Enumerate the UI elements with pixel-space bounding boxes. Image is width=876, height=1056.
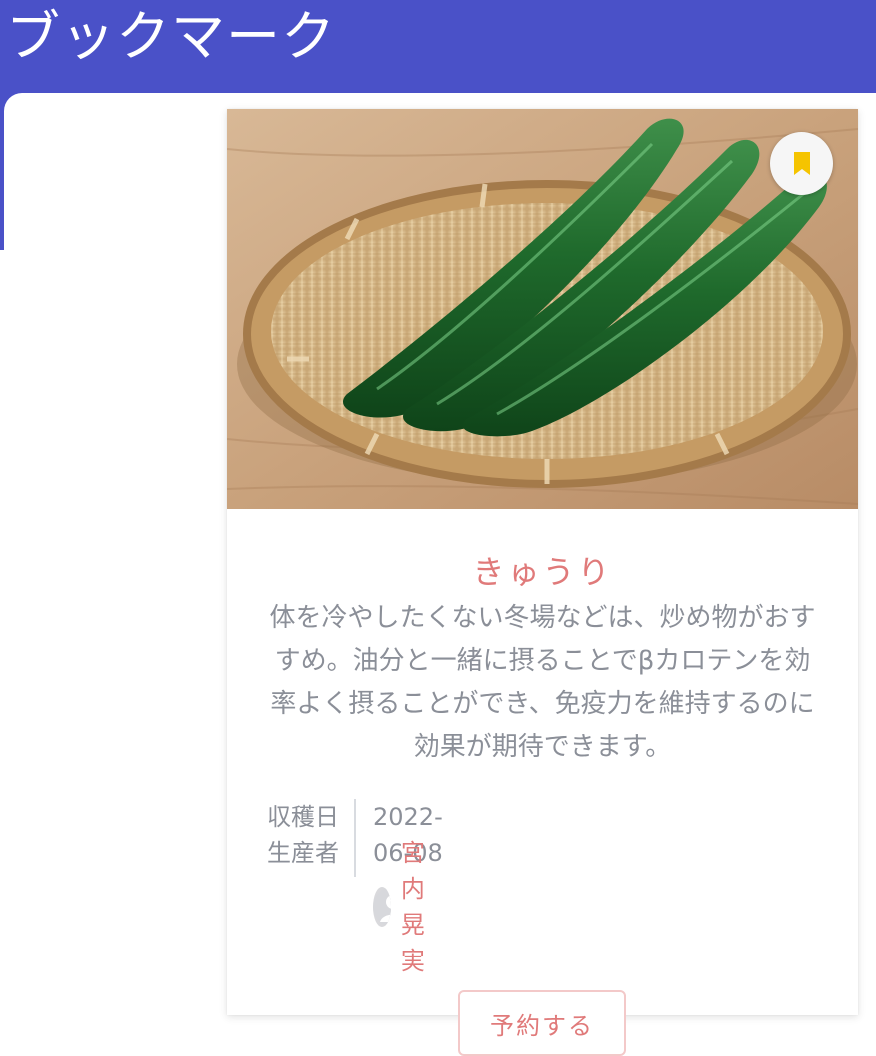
product-card: きゅうり 体を冷やしたくない冬場などは、炒め物がおすすめ。油分と一緒に摂ることで…: [227, 109, 858, 1056]
product-name: きゅうり: [472, 553, 613, 591]
meta-divider: [354, 799, 356, 877]
producer-label: 生産者: [267, 839, 339, 867]
producer-name-link[interactable]: 宮内 晃実: [401, 835, 447, 979]
product-description: 体を冷やしたくない冬場などは、炒め物がおすすめ。油分と一緒に摂ることでβカロテン…: [269, 603, 816, 762]
user-icon: [373, 887, 391, 927]
producer: 宮内 晃実: [373, 835, 447, 979]
bookmark-icon: [793, 151, 810, 175]
reserve-button[interactable]: 予約する: [458, 990, 626, 1056]
harvest-date-label: 収穫日: [267, 803, 339, 831]
product-image[interactable]: [227, 109, 858, 509]
avatar[interactable]: [373, 887, 391, 927]
bookmark-button[interactable]: [770, 132, 833, 195]
page-title: ブックマーク: [6, 5, 336, 68]
